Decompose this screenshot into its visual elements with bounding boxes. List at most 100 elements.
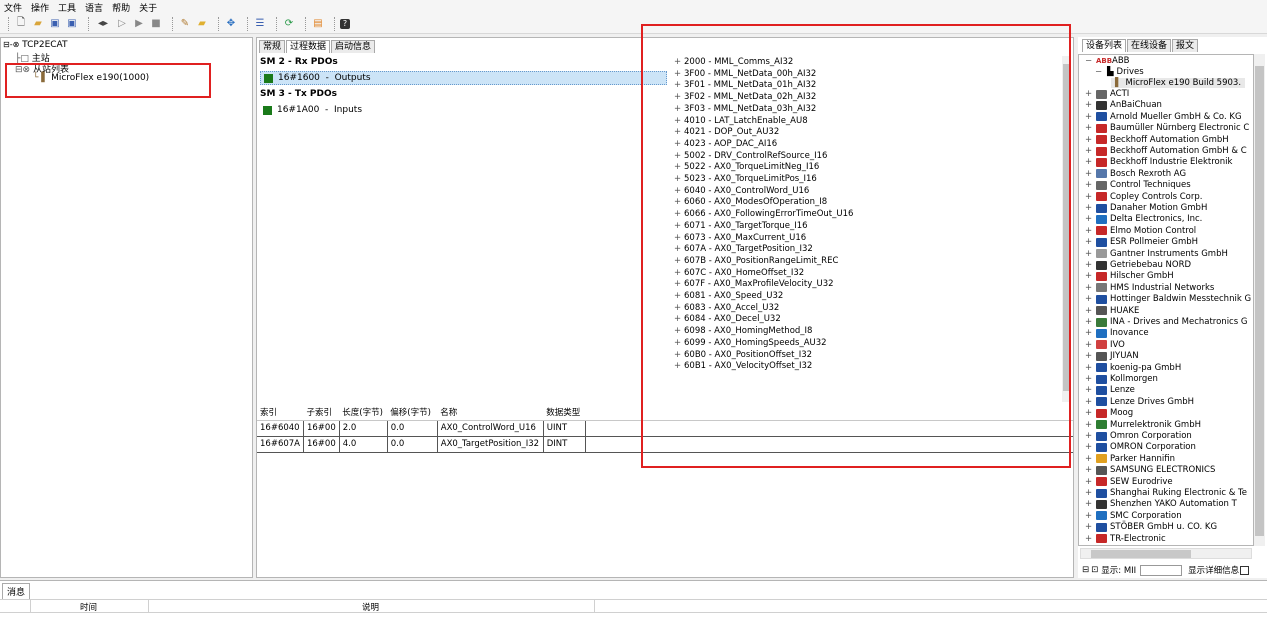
expand-icon[interactable]: + (1085, 431, 1094, 441)
selected-device[interactable]: ▌ MicroFlex e190 Build 5903. (1111, 78, 1246, 88)
expand-icon[interactable]: + (1085, 123, 1094, 133)
expand-icon[interactable]: + (1085, 237, 1094, 247)
device-tree-vscrollbar[interactable] (1254, 54, 1265, 546)
vendor-item[interactable]: + JIYUAN (1085, 351, 1139, 361)
expand-icon[interactable]: + (1085, 294, 1094, 304)
vendor-item[interactable]: + Bosch Rexroth AG (1085, 169, 1186, 179)
menu-tools[interactable]: 工具 (58, 1, 76, 14)
expand-icon[interactable]: + (1085, 157, 1094, 167)
tab-message[interactable]: 消息 (2, 583, 31, 599)
vendor-item[interactable]: + Hilscher GmbH (1085, 271, 1174, 281)
expand-icon[interactable]: + (1085, 374, 1094, 384)
vendor-item[interactable]: + Inovance (1085, 328, 1149, 338)
vendor-item[interactable]: + Baumüller Nürnberg Electronic C (1085, 123, 1249, 133)
vendor-item[interactable]: + Lenze Drives GmbH (1085, 397, 1194, 407)
vendor-item[interactable]: + Beckhoff Automation GmbH & C (1085, 146, 1247, 156)
play-icon[interactable]: ▷ (115, 17, 129, 31)
vendor-item[interactable]: + Beckhoff Automation GmbH (1085, 135, 1229, 145)
expand-icon[interactable]: + (1085, 306, 1094, 316)
expand-icon[interactable]: + (1085, 351, 1094, 361)
expand-icon[interactable]: + (1085, 340, 1094, 350)
stop-icon[interactable]: ■ (149, 17, 163, 31)
expand-icon[interactable]: + (1085, 249, 1094, 259)
expand-icon[interactable]: + (1085, 454, 1094, 464)
expand-icon[interactable]: + (1085, 226, 1094, 236)
save-all-icon[interactable]: ▣ (65, 17, 79, 31)
expand-icon[interactable]: + (1085, 203, 1094, 213)
tab-online-devices[interactable]: 在线设备 (1127, 39, 1172, 52)
vendor-item[interactable]: + Gantner Instruments GmbH (1085, 249, 1228, 259)
expand-icon[interactable]: + (1085, 283, 1094, 293)
save-icon[interactable]: ▣ (48, 17, 62, 31)
vendor-item[interactable]: + IVO (1085, 340, 1125, 350)
help-icon[interactable]: ? (340, 18, 350, 29)
expand-icon[interactable]: + (1085, 397, 1094, 407)
vendor-item[interactable]: + Arnold Mueller GmbH & Co. KG (1085, 112, 1242, 122)
vendor-item[interactable]: + SEW Eurodrive (1085, 477, 1173, 487)
menu-help[interactable]: 帮助 (112, 1, 130, 14)
pdo-outputs-row[interactable]: 16#1600 - Outputs (260, 71, 667, 85)
vendor-item[interactable]: + ACTI (1085, 89, 1129, 99)
step-icon[interactable]: ◂▸ (94, 17, 112, 31)
vendor-item[interactable]: + TR-Electronic (1085, 534, 1166, 544)
scrollbar-thumb[interactable] (1255, 66, 1264, 536)
open-folder-icon[interactable]: ▰ (31, 17, 45, 31)
vendor-item[interactable]: + INA - Drives and Mechatronics G (1085, 317, 1247, 327)
expand-icon[interactable]: + (1085, 260, 1094, 270)
settings-icon[interactable]: ✎ (178, 17, 192, 31)
expand-icon[interactable]: + (1085, 385, 1094, 395)
run-icon[interactable]: ▶ (132, 17, 146, 31)
expand-icon[interactable]: + (1085, 317, 1094, 327)
vendor-item[interactable]: + HUAKE (1085, 306, 1139, 316)
show-details-checkbox[interactable] (1240, 565, 1250, 575)
expand-icon[interactable]: + (1085, 135, 1094, 145)
vendor-item[interactable]: + AnBaiChuan (1085, 100, 1162, 110)
tree-root[interactable]: ⊟-⊗ TCP2ECAT (3, 40, 68, 50)
network-icon[interactable]: ✥ (224, 17, 238, 31)
config-icon[interactable]: ☰ (253, 17, 267, 31)
vendor-item[interactable]: + Danaher Motion GmbH (1085, 203, 1207, 213)
vendor-item[interactable]: + Kollmorgen (1085, 374, 1158, 384)
tab-device-list[interactable]: 设备列表 (1082, 39, 1127, 52)
vendor-item[interactable]: + Control Techniques (1085, 180, 1191, 190)
menu-about[interactable]: 关于 (139, 1, 157, 14)
expand-icon[interactable]: + (1085, 169, 1094, 179)
vendor-item[interactable]: + Getriebebau NORD (1085, 260, 1191, 270)
pdo-inputs-row[interactable]: 16#1A00 - Inputs (260, 103, 667, 117)
expand-icon[interactable]: + (1085, 328, 1094, 338)
expand-icon[interactable]: + (1085, 192, 1094, 202)
expand-icon[interactable]: + (1085, 89, 1094, 99)
vendor-item[interactable]: + Beckhoff Industrie Elektronik (1085, 157, 1232, 167)
tab-process-data[interactable]: 过程数据 (286, 40, 331, 53)
expand-icon[interactable]: + (1085, 271, 1094, 281)
vendor-item[interactable]: + Elmo Motion Control (1085, 226, 1196, 236)
menu-language[interactable]: 语言 (85, 1, 103, 14)
expand-icon[interactable]: + (1085, 146, 1094, 156)
expand-icon[interactable]: + (1085, 180, 1094, 190)
tab-startup[interactable]: 启动信息 (331, 40, 376, 53)
device-tree-hscrollbar[interactable] (1080, 548, 1252, 559)
expand-icon[interactable]: + (1085, 112, 1094, 122)
vendor-item[interactable]: + ESR Pollmeier GmbH (1085, 237, 1198, 247)
expand-icon[interactable]: + (1085, 363, 1094, 373)
vendor-item[interactable]: + Parker Hannifin (1085, 454, 1175, 464)
expand-icon[interactable]: + (1085, 442, 1094, 452)
expand-icon[interactable]: + (1085, 100, 1094, 110)
drives-group[interactable]: − ▙ Drives (1095, 67, 1144, 77)
vendor-item[interactable]: + SAMSUNG ELECTRONICS (1085, 465, 1215, 475)
collapse-icon[interactable]: ⊟-⊗ (3, 40, 19, 49)
scrollbar-thumb[interactable] (1091, 550, 1191, 558)
vendor-item[interactable]: + koenig-pa GmbH (1085, 363, 1181, 373)
expand-icon[interactable]: + (1085, 408, 1094, 418)
expand-icon[interactable]: + (1085, 465, 1094, 475)
vendor-item[interactable]: + Omron Corporation (1085, 431, 1192, 441)
expand-icon[interactable]: + (1085, 511, 1094, 521)
vendor-item[interactable]: + OMRON Corporation (1085, 442, 1196, 452)
expand-icon[interactable]: + (1085, 534, 1094, 544)
vendor-item[interactable]: + STÖBER GmbH u. CO. KG (1085, 522, 1217, 532)
expand-icon[interactable]: + (1085, 522, 1094, 532)
vendor-item[interactable]: + Copley Controls Corp. (1085, 192, 1202, 202)
new-file-icon[interactable]: 🗋 (14, 17, 28, 31)
tab-messages[interactable]: 报文 (1172, 39, 1199, 52)
expand-icon[interactable]: + (1085, 214, 1094, 224)
